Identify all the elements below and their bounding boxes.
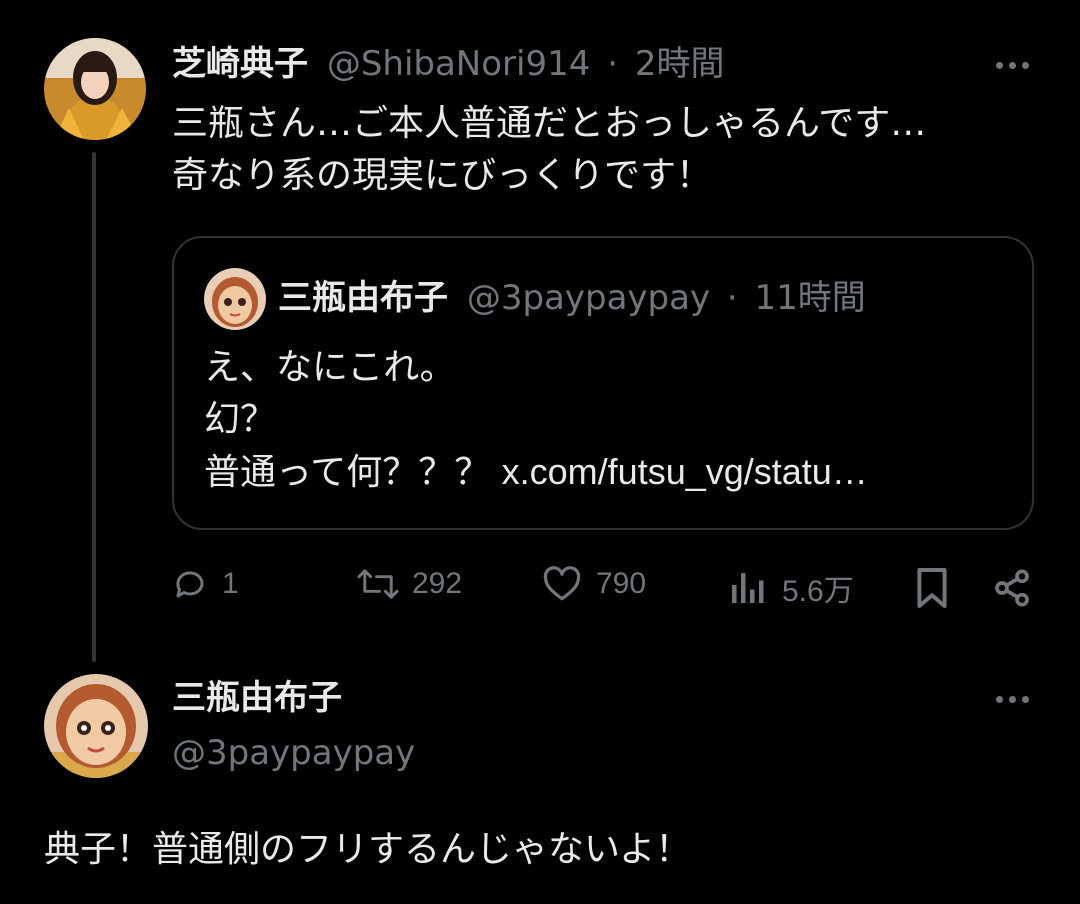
tweet-text: 三瓶さん…ご本人普通だとおっしゃるんです… 奇なり系の現実にびっくりです！ bbox=[172, 98, 926, 202]
quote-text: え、なにこれ。 幻？ 普通って何？？？ x.com/futsu_vg/statu… bbox=[204, 342, 868, 499]
retweet-icon bbox=[357, 569, 399, 599]
reply-more-icon[interactable] bbox=[996, 696, 1029, 703]
share-icon bbox=[995, 569, 1029, 607]
like-button[interactable]: 790 bbox=[542, 566, 646, 602]
share-button[interactable] bbox=[992, 566, 1032, 610]
quote-text-line: 幻？ bbox=[204, 399, 277, 440]
tweet-text-line: 奇なり系の現実にびっくりです！ bbox=[172, 155, 713, 196]
reply-text: 典子！普通側のフリするんじゃないよ！ bbox=[44, 829, 692, 870]
reply-author-handle[interactable]: @3paypaypay bbox=[172, 736, 415, 770]
bookmark-icon bbox=[917, 568, 947, 608]
tweet-text-line: 三瓶さん…ご本人普通だとおっしゃるんです… bbox=[172, 103, 927, 144]
reply-author-name[interactable]: 三瓶由布子 bbox=[172, 681, 342, 715]
views-count: 5.6万 bbox=[782, 575, 854, 608]
more-icon[interactable] bbox=[996, 62, 1029, 69]
like-icon bbox=[543, 566, 581, 601]
quote-link[interactable]: x.com/futsu_vg/statu… bbox=[502, 451, 868, 492]
quote-author-handle[interactable]: @3paypaypay bbox=[467, 278, 710, 318]
quote-text-line: 普通って何？？？ x.com/futsu_vg/statu… bbox=[204, 451, 868, 493]
timestamp[interactable]: 2時間 bbox=[635, 44, 725, 84]
retweet-button[interactable]: 292 bbox=[356, 566, 462, 602]
reply-count: 1 bbox=[222, 567, 239, 600]
avatar[interactable] bbox=[44, 38, 146, 140]
reply-avatar[interactable] bbox=[44, 674, 148, 778]
views-button[interactable]: 5.6万 bbox=[730, 566, 854, 610]
like-count: 790 bbox=[596, 567, 647, 600]
views-icon bbox=[732, 573, 764, 603]
bookmark-button[interactable] bbox=[914, 566, 950, 610]
retweet-count: 292 bbox=[412, 567, 463, 600]
author-handle[interactable]: @ShibaNori914 bbox=[327, 44, 591, 84]
quote-header: 三瓶由布子 @3paypaypay · 11時間 bbox=[278, 281, 866, 315]
quote-timestamp[interactable]: 11時間 bbox=[755, 278, 866, 318]
separator: · bbox=[607, 44, 618, 84]
quote-author-name[interactable]: 三瓶由布子 bbox=[278, 278, 448, 318]
quote-text-line: え、なにこれ。 bbox=[204, 347, 456, 388]
quote-avatar bbox=[204, 268, 266, 330]
reply-icon bbox=[176, 571, 204, 598]
tweet-header: 芝崎典子 @ShibaNori914 · 2時間 bbox=[172, 47, 724, 81]
author-name[interactable]: 芝崎典子 bbox=[172, 44, 308, 84]
action-bar: 1 292 790 5.6万 bbox=[0, 566, 1080, 616]
reply-button[interactable]: 1 bbox=[172, 566, 239, 602]
separator: · bbox=[726, 278, 738, 318]
